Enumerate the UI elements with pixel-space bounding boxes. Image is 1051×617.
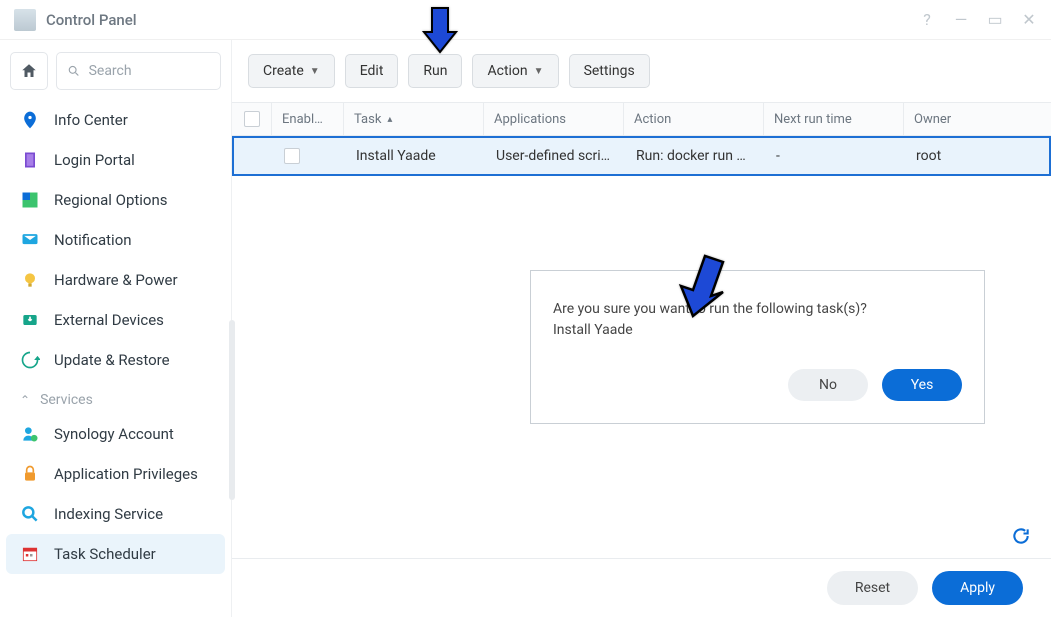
door-icon xyxy=(20,150,40,170)
select-all-checkbox[interactable] xyxy=(244,111,260,127)
dialog-line1: Are you sure you want to run the followi… xyxy=(553,299,962,320)
help-icon[interactable]: ? xyxy=(919,10,935,29)
external-icon xyxy=(20,310,40,330)
caret-down-icon: ▼ xyxy=(534,66,544,77)
header-checkbox-col[interactable] xyxy=(232,103,272,135)
bulb-icon xyxy=(20,270,40,290)
account-icon xyxy=(20,424,40,444)
sidebar-item-external[interactable]: External Devices xyxy=(6,300,225,340)
sidebar-item-label: Info Center xyxy=(54,111,128,129)
update-icon xyxy=(20,350,40,370)
sidebar-item-indexing[interactable]: Indexing Service xyxy=(6,494,225,534)
header-next-run[interactable]: Next run time xyxy=(764,103,904,135)
refresh-icon[interactable] xyxy=(1011,526,1031,551)
home-button[interactable] xyxy=(10,52,48,90)
table-header: Enabl… Task▴ Applications Action Next ru… xyxy=(232,102,1051,136)
sidebar-item-login-portal[interactable]: Login Portal xyxy=(6,140,225,180)
search-field[interactable] xyxy=(56,52,221,90)
app-icon xyxy=(14,9,36,31)
header-applications[interactable]: Applications xyxy=(484,103,624,135)
sidebar-item-app-privileges[interactable]: Application Privileges xyxy=(6,454,225,494)
window-title: Control Panel xyxy=(46,11,919,29)
maximize-icon[interactable]: ▭ xyxy=(987,10,1003,29)
header-enabled[interactable]: Enabl… xyxy=(272,103,344,135)
header-action[interactable]: Action xyxy=(624,103,764,135)
services-section-header[interactable]: ⌃ Services xyxy=(6,380,225,414)
reset-button[interactable]: Reset xyxy=(827,571,918,605)
header-task[interactable]: Task▴ xyxy=(344,103,484,135)
cell-applications: User-defined scri… xyxy=(486,138,626,174)
sidebar-item-label: Synology Account xyxy=(54,425,174,443)
sidebar: Info Center Login Portal Regional Option… xyxy=(0,40,232,617)
enabled-checkbox[interactable] xyxy=(284,148,300,164)
chevron-up-icon: ⌃ xyxy=(20,393,30,407)
cell-next-run: - xyxy=(766,138,906,174)
sidebar-item-label: Application Privileges xyxy=(54,465,198,483)
minimize-icon[interactable]: — xyxy=(953,10,969,29)
search-input[interactable] xyxy=(89,63,210,79)
sidebar-item-update[interactable]: Update & Restore xyxy=(6,340,225,380)
search-icon xyxy=(67,63,81,79)
sidebar-item-label: Hardware & Power xyxy=(54,271,178,289)
close-icon[interactable]: ✕ xyxy=(1021,10,1037,29)
dialog-yes-button[interactable]: Yes xyxy=(882,369,962,401)
info-icon xyxy=(20,110,40,130)
title-bar: Control Panel ? — ▭ ✕ xyxy=(0,0,1051,40)
table-row[interactable]: Install Yaade User-defined scri… Run: do… xyxy=(232,136,1051,176)
sort-asc-icon: ▴ xyxy=(387,114,392,125)
sidebar-item-hardware[interactable]: Hardware & Power xyxy=(6,260,225,300)
home-icon xyxy=(20,62,38,80)
run-button[interactable]: Run xyxy=(408,54,462,88)
sidebar-item-label: Login Portal xyxy=(54,151,135,169)
sidebar-item-synology-account[interactable]: Synology Account xyxy=(6,414,225,454)
sidebar-item-label: Regional Options xyxy=(54,191,168,209)
globe-icon xyxy=(20,190,40,210)
sidebar-item-regional[interactable]: Regional Options xyxy=(6,180,225,220)
calendar-icon xyxy=(20,544,40,564)
create-button[interactable]: Create▼ xyxy=(248,54,335,88)
cell-action: Run: docker run … xyxy=(626,138,766,174)
caret-down-icon: ▼ xyxy=(310,66,320,77)
sidebar-item-label: Task Scheduler xyxy=(54,545,156,563)
cell-owner: root xyxy=(906,138,1049,174)
dialog-line2: Install Yaade xyxy=(553,320,962,341)
lock-icon xyxy=(20,464,40,484)
dialog-no-button[interactable]: No xyxy=(788,369,868,401)
content-area: Create▼ Edit Run Action▼ Settings Enabl…… xyxy=(232,40,1051,617)
apply-button[interactable]: Apply xyxy=(932,571,1023,605)
sidebar-item-info-center[interactable]: Info Center xyxy=(6,100,225,140)
toolbar: Create▼ Edit Run Action▼ Settings xyxy=(232,40,1051,102)
sidebar-item-label: Notification xyxy=(54,231,132,249)
sidebar-item-notification[interactable]: Notification xyxy=(6,220,225,260)
header-owner[interactable]: Owner xyxy=(904,103,1051,135)
confirm-dialog: Are you sure you want to run the followi… xyxy=(530,270,985,424)
section-label: Services xyxy=(40,392,93,408)
action-button[interactable]: Action▼ xyxy=(472,54,558,88)
indexing-icon xyxy=(20,504,40,524)
sidebar-item-task-scheduler[interactable]: Task Scheduler xyxy=(6,534,225,574)
edit-button[interactable]: Edit xyxy=(345,54,399,88)
sidebar-item-label: Indexing Service xyxy=(54,505,163,523)
bell-icon xyxy=(20,230,40,250)
footer: Reset Apply xyxy=(232,558,1051,617)
settings-button[interactable]: Settings xyxy=(569,54,650,88)
sidebar-item-label: Update & Restore xyxy=(54,351,170,369)
sidebar-item-label: External Devices xyxy=(54,311,164,329)
cell-task: Install Yaade xyxy=(346,138,486,174)
